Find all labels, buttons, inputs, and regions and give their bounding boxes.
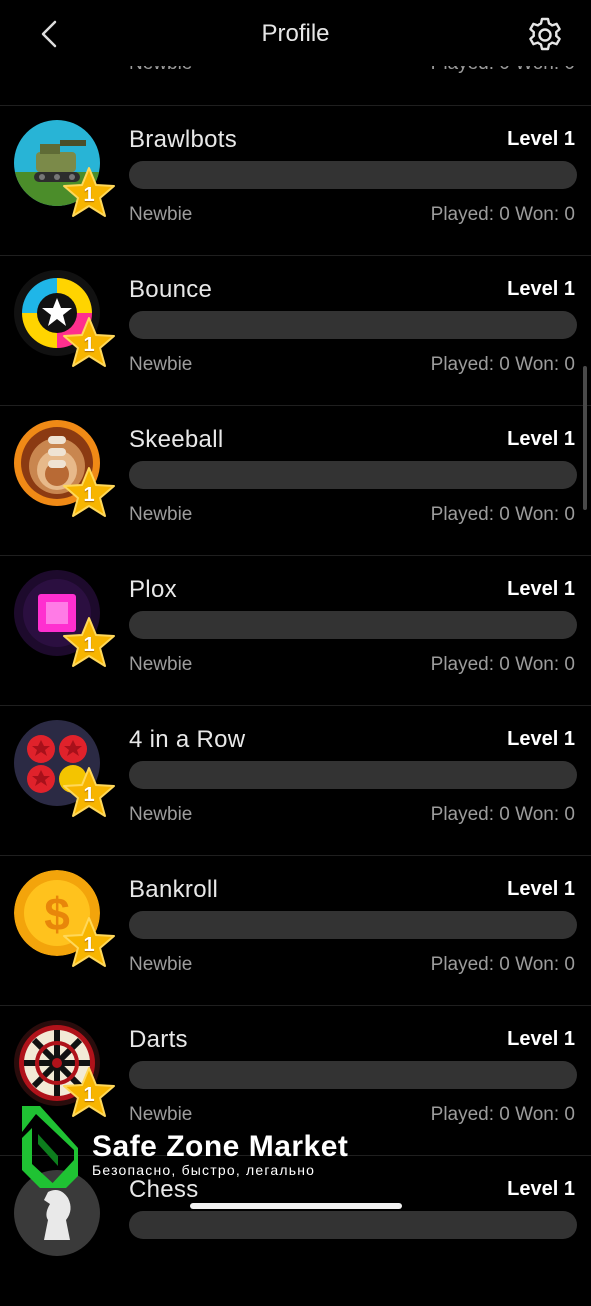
list-item[interactable]: 1 Brawlbots Level 1 Newbie Played: 0 Won…	[0, 105, 591, 256]
game-name: Darts	[129, 1026, 188, 1053]
game-icon-wrap: 1	[14, 570, 115, 670]
scrollbar[interactable]	[583, 366, 587, 510]
progress-bar	[129, 761, 577, 789]
level-label: Level 1	[507, 278, 575, 300]
rank-label: Newbie	[129, 804, 193, 825]
game-name: Brawlbots	[129, 126, 238, 153]
game-name: Plox	[129, 576, 177, 603]
badge-level: 1	[83, 784, 95, 806]
game-icon-wrap: 1	[14, 120, 115, 220]
level-label: Level 1	[507, 578, 575, 600]
progress-bar	[129, 1211, 577, 1239]
game-name: Bankroll	[129, 876, 219, 903]
badge-level: 1	[83, 934, 95, 956]
badge-level: 1	[83, 634, 95, 656]
badge-level: 1	[83, 484, 95, 506]
safe-zone-logo-icon	[22, 1106, 78, 1188]
list-item[interactable]: 1 4 in a Row Level 1 Newbie Played: 0 Wo…	[0, 705, 591, 856]
list-item[interactable]: $ 1 Bankroll Level 1 Newbie Played: 0 Wo…	[0, 855, 591, 1006]
watermark: Safe Zone Market Безопасно, быстро, лега…	[18, 1104, 378, 1190]
progress-bar	[129, 311, 577, 339]
level-label: Level 1	[507, 728, 575, 750]
game-name: Skeeball	[129, 426, 224, 453]
game-name: Bounce	[129, 276, 213, 303]
level-label: Level 1	[507, 128, 575, 150]
rank-label: Newbie	[129, 654, 193, 675]
home-indicator[interactable]	[190, 1203, 402, 1209]
game-icon-wrap: 1	[14, 270, 115, 370]
rank-label: Newbie	[129, 954, 193, 975]
stats-label: Played: 0 Won: 0	[430, 954, 575, 975]
page-title: Profile	[261, 20, 330, 47]
progress-bar	[129, 911, 577, 939]
progress-bar	[129, 1061, 577, 1089]
list-item[interactable]: 1 Plox Level 1 Newbie Played: 0 Won: 0	[0, 555, 591, 706]
stats-label: Played: 0 Won: 0	[430, 204, 575, 225]
progress-bar	[129, 611, 577, 639]
top-nav-bar: Profile	[0, 0, 591, 66]
badge-level: 1	[83, 334, 95, 356]
list-item[interactable]: 1 Bounce Level 1 Newbie Played: 0 Won: 0	[0, 255, 591, 406]
progress-bar	[129, 461, 577, 489]
rank-label: Newbie	[129, 504, 193, 525]
game-icon-wrap: 1	[14, 420, 115, 520]
rank-label: Newbie	[129, 354, 193, 375]
game-icon-wrap: $ 1	[14, 870, 115, 970]
level-label: Level 1	[507, 878, 575, 900]
game-icon-wrap: 1	[14, 720, 115, 820]
watermark-title: Safe Zone Market	[92, 1130, 349, 1163]
stats-label: Played: 0 Won: 0	[430, 354, 575, 375]
level-label: Level 1	[507, 1178, 575, 1200]
stats-label: Played: 0 Won: 0	[430, 504, 575, 525]
watermark-subtitle: Безопасно, быстро, легально	[92, 1162, 316, 1178]
gear-icon[interactable]	[526, 16, 564, 54]
stats-label: Played: 0 Won: 0	[430, 654, 575, 675]
progress-bar	[129, 161, 577, 189]
game-name: 4 in a Row	[129, 726, 246, 753]
level-label: Level 1	[507, 1028, 575, 1050]
level-label: Level 1	[507, 428, 575, 450]
badge-level: 1	[83, 184, 95, 206]
stats-label: Played: 0 Won: 0	[430, 804, 575, 825]
list-item[interactable]: 1 Skeeball Level 1 Newbie Played: 0 Won:…	[0, 405, 591, 556]
stats-label: Played: 0 Won: 0	[430, 1104, 575, 1125]
rank-label: Newbie	[129, 204, 193, 225]
